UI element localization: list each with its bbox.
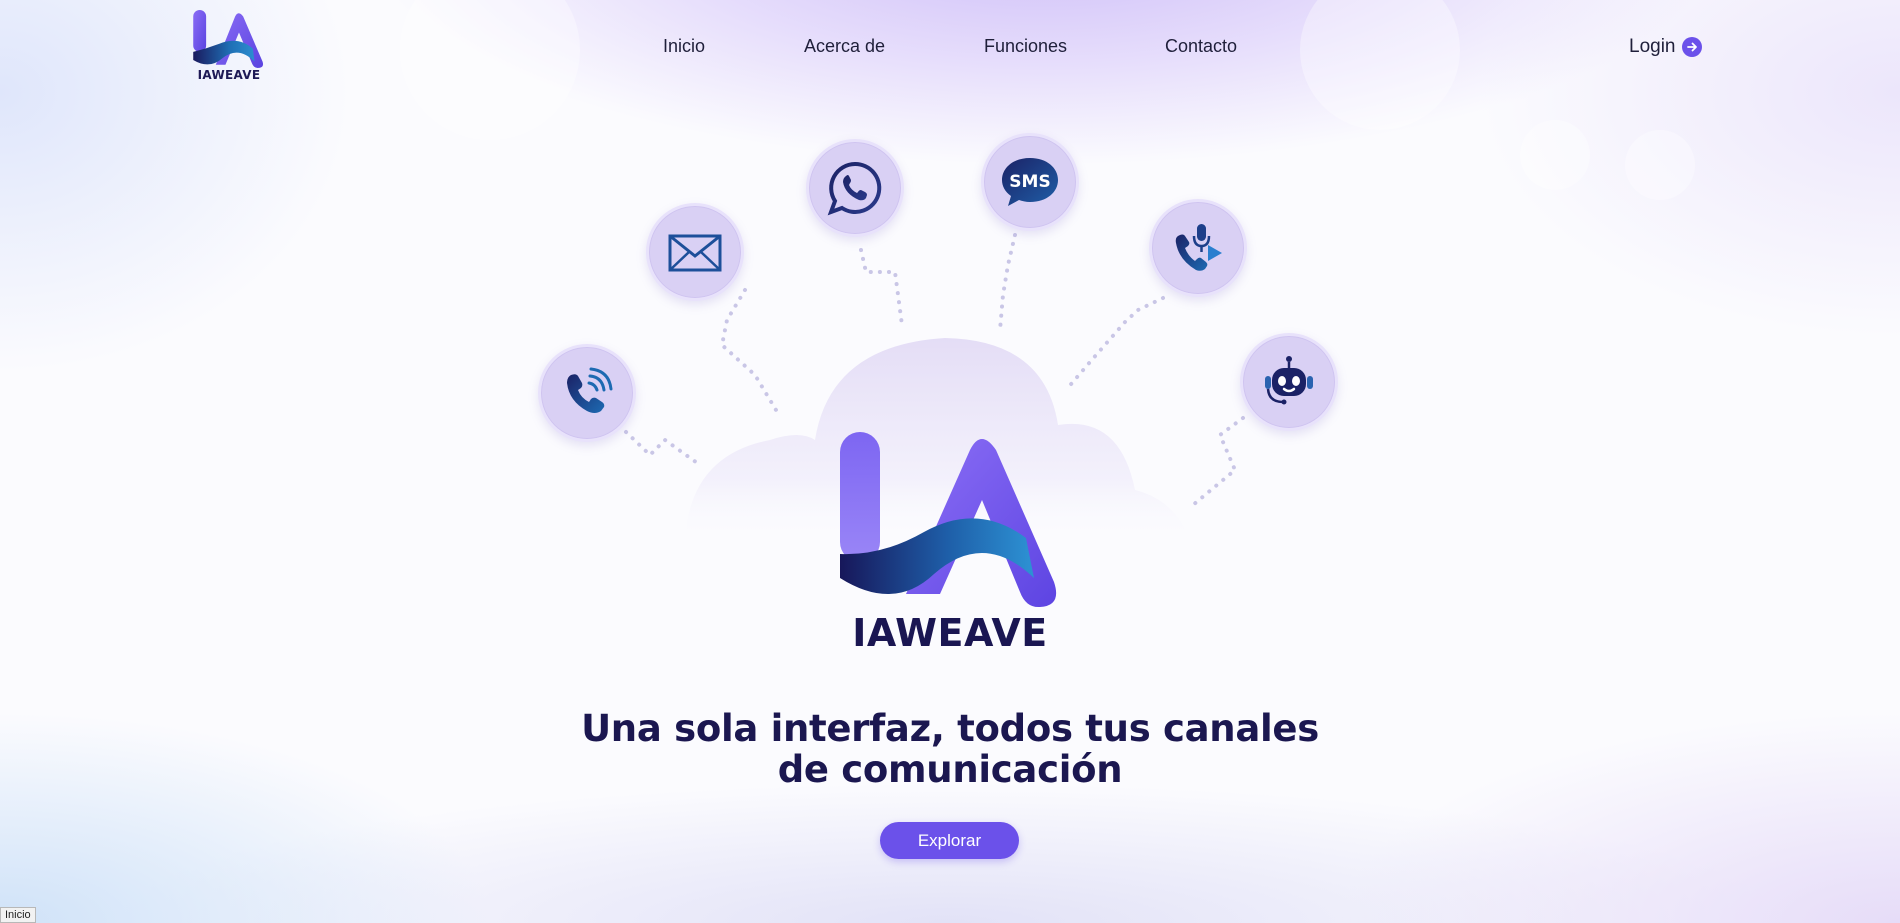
- explore-button[interactable]: Explorar: [880, 822, 1019, 859]
- phone-call-channel[interactable]: [538, 344, 636, 442]
- nav-link-inicio[interactable]: Inicio: [663, 36, 705, 57]
- login-button[interactable]: Login: [1629, 36, 1702, 58]
- arrow-right-icon: [1681, 37, 1702, 57]
- whatsapp-channel[interactable]: [806, 139, 904, 237]
- sms-icon: SMS: [1002, 158, 1058, 206]
- mail-icon: [668, 234, 722, 272]
- voice-call-channel[interactable]: [1149, 199, 1247, 297]
- bokeh-decoration: [1520, 120, 1590, 190]
- browser-status-bar: Inicio: [0, 907, 36, 923]
- ia-logo-large-icon: [840, 432, 1057, 608]
- sms-channel[interactable]: SMS: [981, 133, 1079, 231]
- phone-call-icon: [567, 367, 613, 413]
- sms-label: SMS: [1009, 172, 1050, 192]
- whatsapp-icon: [827, 161, 882, 216]
- voice-call-icon: [1175, 224, 1222, 271]
- robot-icon: [1265, 356, 1313, 405]
- hero-headline: Una sola interfaz, todos tus canales de …: [560, 708, 1340, 790]
- nav-link-contacto[interactable]: Contacto: [1165, 36, 1237, 57]
- chatbot-channel[interactable]: [1240, 333, 1338, 431]
- nav-link-acerca-de[interactable]: Acerca de: [804, 36, 885, 57]
- hero-headline-line-2: de comunicación: [777, 748, 1123, 791]
- brand-name: IAWEAVE: [197, 68, 261, 82]
- mail-channel[interactable]: [646, 203, 744, 301]
- login-label: Login: [1629, 36, 1676, 57]
- nav-link-funciones[interactable]: Funciones: [984, 36, 1067, 57]
- bokeh-decoration: [400, 0, 580, 140]
- hero-brand-name: IAWEAVE: [852, 611, 1048, 655]
- hero-headline-line-1: Una sola interfaz, todos tus canales: [581, 707, 1319, 750]
- bokeh-decoration: [1300, 0, 1460, 130]
- main-nav: Inicio Acerca de Funciones Contacto: [0, 36, 1900, 60]
- bokeh-decoration: [1625, 130, 1695, 200]
